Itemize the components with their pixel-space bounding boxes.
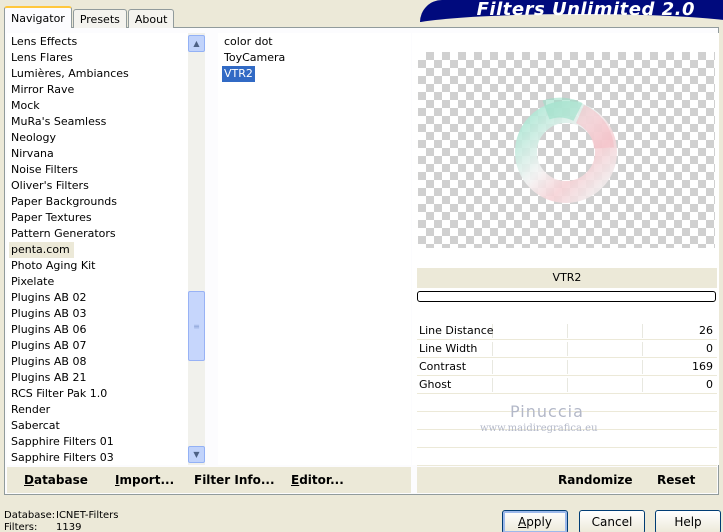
slider-tick [492,378,493,392]
slider-tick [567,342,568,356]
filter-item[interactable]: ToyCamera [222,50,287,66]
param-row[interactable]: Line Width 0 [417,340,717,358]
category-item[interactable]: Lens Flares [11,50,77,66]
category-item[interactable]: Render [11,402,54,418]
category-item[interactable]: Pixelate [11,274,58,290]
filter-item[interactable]: VTR2 [222,66,255,82]
category-item[interactable]: penta.com [9,242,74,258]
slider-tick [642,342,643,356]
category-scrollbar[interactable]: ▲ ≡ ▼ [188,33,205,465]
tab-presets[interactable]: Presets [72,9,127,28]
button-label: Filter Info... [194,473,275,487]
chevron-up-icon: ▲ [193,39,200,48]
help-button[interactable]: Help [655,510,721,532]
reset-button[interactable]: Reset [657,473,695,487]
chevron-down-icon: ▼ [193,450,200,459]
randomize-button[interactable]: Randomize [558,473,632,487]
category-item[interactable]: Photo Aging Kit [11,258,99,274]
slider-tick [642,378,643,392]
category-item[interactable]: RCS Filter Pak 1.0 [11,386,111,402]
status-filters-label: Filters: [4,522,38,532]
scroll-thumb[interactable]: ≡ [188,291,205,361]
category-item[interactable]: Plugins AB 02 [11,290,90,306]
filter-item[interactable]: color dot [222,34,275,50]
category-item[interactable]: Oliver's Filters [11,178,93,194]
category-item[interactable]: Plugins AB 21 [11,370,90,386]
param-row[interactable]: Ghost 0 [417,376,717,394]
grip-icon: ≡ [193,321,200,331]
filter-info-button[interactable]: Filter Info... [194,473,275,487]
category-list[interactable]: Lens Effects Lens Flares Lumières, Ambianc… [7,33,205,465]
param-name: Line Width [419,342,478,355]
watermark-name: Pinuccia [510,402,584,421]
progress-bar [417,291,716,302]
database-button[interactable]: Database [24,473,88,487]
category-item[interactable]: Paper Backgrounds [11,194,121,210]
accel-key: D [24,473,34,487]
category-item[interactable]: Sabercat [11,418,64,434]
filter-name-label: VTR2 [417,268,717,288]
button-label: pply [526,515,552,529]
param-value: 26 [699,324,713,337]
param-value: 169 [692,360,713,373]
status-database-label: Database: [4,510,56,521]
param-name: Ghost [419,378,452,391]
slider-tick [567,378,568,392]
category-item[interactable]: Lumières, Ambiances [11,66,133,82]
param-value: 0 [706,342,713,355]
cancel-button[interactable]: Cancel [579,510,645,532]
category-item[interactable]: Plugins AB 07 [11,338,90,354]
apply-button[interactable]: Apply [502,510,568,532]
slider-tick [567,324,568,338]
button-label: atabase [33,473,88,487]
scroll-up-button[interactable]: ▲ [188,35,205,52]
param-name: Contrast [419,360,467,373]
category-item[interactable]: Nirvana [11,146,58,162]
category-item[interactable]: Pattern Generators [11,226,120,242]
watermark-url: www.maidiregrafica.eu [480,423,598,434]
param-value: 0 [706,378,713,391]
status-filters-value: 1139 [56,522,82,532]
editor-button[interactable]: Editor... [291,473,344,487]
import-button[interactable]: Import... [115,473,174,487]
empty-param-row [417,448,717,466]
category-item[interactable]: Mock [11,98,44,114]
scroll-down-button[interactable]: ▼ [188,446,205,463]
category-item[interactable]: Paper Textures [11,210,96,226]
filter-list[interactable]: color dot ToyCamera VTR2 [218,33,411,465]
param-row[interactable]: Contrast 169 [417,358,717,376]
category-item[interactable]: Lens Effects [11,34,81,50]
param-name: Line Distance [419,324,494,337]
category-item[interactable]: Plugins AB 06 [11,322,90,338]
title-bar: Filters Unlimited 2.0 [420,0,723,22]
param-row[interactable]: Line Distance 26 [417,322,717,340]
status-filters: Filters: 1139 [4,522,81,532]
category-item[interactable]: Mirror Rave [11,82,78,98]
filter-preview [418,52,715,248]
slider-tick [492,342,493,356]
button-label: ditor... [299,473,344,487]
slider-tick [567,360,568,374]
tab-navigator[interactable]: Navigator [4,6,72,28]
button-label: mport... [119,473,175,487]
category-item[interactable]: Noise Filters [11,162,82,178]
category-item[interactable]: Sapphire Filters 01 [11,434,118,450]
tab-about[interactable]: About [127,9,175,28]
category-item[interactable]: Plugins AB 08 [11,354,90,370]
slider-tick [642,324,643,338]
slider-tick [642,360,643,374]
slider-tick [492,360,493,374]
tab-strip: Navigator Presets About [4,6,175,28]
category-item[interactable]: Neology [11,130,60,146]
category-item[interactable]: MuRa's Seamless [11,114,110,130]
preview-ring-image [515,97,617,203]
window-title: Filters Unlimited 2.0 [476,0,695,20]
category-item[interactable]: Plugins AB 03 [11,306,90,322]
accel-key: E [291,473,300,487]
status-database-value: ICNET-Filters [56,510,119,521]
status-database: Database:ICNET-Filters [4,510,119,522]
category-item[interactable]: Sapphire Filters 03 [11,450,118,465]
